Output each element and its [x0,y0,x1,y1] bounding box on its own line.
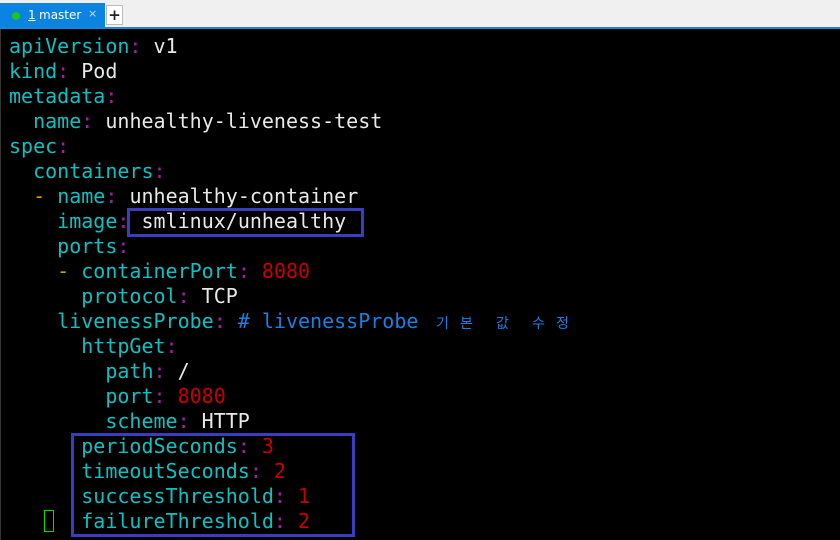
yaml-line: protocol: TCP [9,284,238,309]
tab-label: master [39,8,82,22]
yaml-colon: : [105,84,118,108]
yaml-value: / [177,359,190,383]
yaml-key: ports [57,234,118,258]
yaml-comment: # livenessProbe [237,309,431,333]
yaml-key: spec [9,134,58,158]
yaml-line: port: 8080 [9,384,226,409]
text-cursor [44,510,54,532]
connection-status-icon [12,12,20,20]
tab-master[interactable]: 1 master × [0,3,105,27]
yaml-colon: : [117,234,130,258]
yaml-value: HTTP [201,409,250,433]
yaml-line: spec: [9,134,69,159]
yaml-line: scheme: HTTP [9,409,250,434]
yaml-line: path: / [9,359,190,384]
list-dash: - [33,184,58,208]
yaml-key: kind [9,59,58,83]
close-tab-icon[interactable]: × [88,7,97,20]
yaml-colon: : [177,284,190,308]
yaml-key: protocol [81,284,178,308]
yaml-line: httpGet: [9,334,178,359]
new-tab-button[interactable]: + [106,5,123,25]
highlight-box-image [127,208,364,237]
yaml-key: livenessProbe [57,309,214,333]
yaml-comment-char: 정 [556,316,569,332]
yaml-comment-char: 수 [532,316,545,332]
yaml-value: v1 [153,34,178,58]
yaml-colon: : [153,159,166,183]
yaml-colon: : [81,109,94,133]
yaml-line: containers: [9,159,166,184]
yaml-colon: : [57,59,70,83]
yaml-comment-char: 기 [436,316,449,332]
tab-bar: 1 master × + [0,0,840,29]
yaml-key: metadata [9,84,106,108]
yaml-colon: : [237,259,250,283]
yaml-key: containerPort [81,259,238,283]
yaml-key: image [57,209,118,233]
yaml-key: name [33,109,82,133]
yaml-key: httpGet [81,334,166,358]
yaml-line: livenessProbe: # livenessProbe 기본 값 수정 [9,309,574,334]
yaml-line: ports: [9,234,129,259]
yaml-key: scheme [105,409,178,433]
yaml-line: metadata: [9,84,117,109]
yaml-line: kind: Pod [9,59,117,84]
yaml-colon: : [105,184,118,208]
yaml-comment-char: 값 [496,316,509,332]
yaml-colon: : [213,309,226,333]
yaml-value: unhealthy-container [129,184,359,208]
yaml-value: unhealthy-liveness-test [105,109,383,133]
yaml-value: Pod [81,59,118,83]
yaml-colon: : [129,34,142,58]
yaml-key: name [57,184,106,208]
yaml-line: - containerPort: 8080 [9,259,310,284]
yaml-comment-char [478,312,490,337]
yaml-key: port [105,384,154,408]
yaml-comment-char [514,312,526,337]
yaml-colon: : [57,134,70,158]
yaml-colon: : [165,334,178,358]
yaml-key: path [105,359,154,383]
yaml-value: 8080 [177,384,226,408]
yaml-value: 8080 [261,259,311,283]
yaml-value: TCP [201,284,238,308]
list-dash: - [57,259,82,283]
highlight-box-probe-settings [71,433,355,537]
yaml-key: containers [33,159,154,183]
yaml-comment-char: 본 [460,316,473,332]
yaml-line: - name: unhealthy-container [9,184,358,209]
yaml-colon: : [177,409,190,433]
yaml-colon: : [153,384,166,408]
yaml-colon: : [153,359,166,383]
yaml-line: name: unhealthy-liveness-test [9,109,382,134]
yaml-key: apiVersion [9,34,130,58]
yaml-line: apiVersion: v1 [9,34,178,59]
tab-number: 1 [28,8,36,22]
